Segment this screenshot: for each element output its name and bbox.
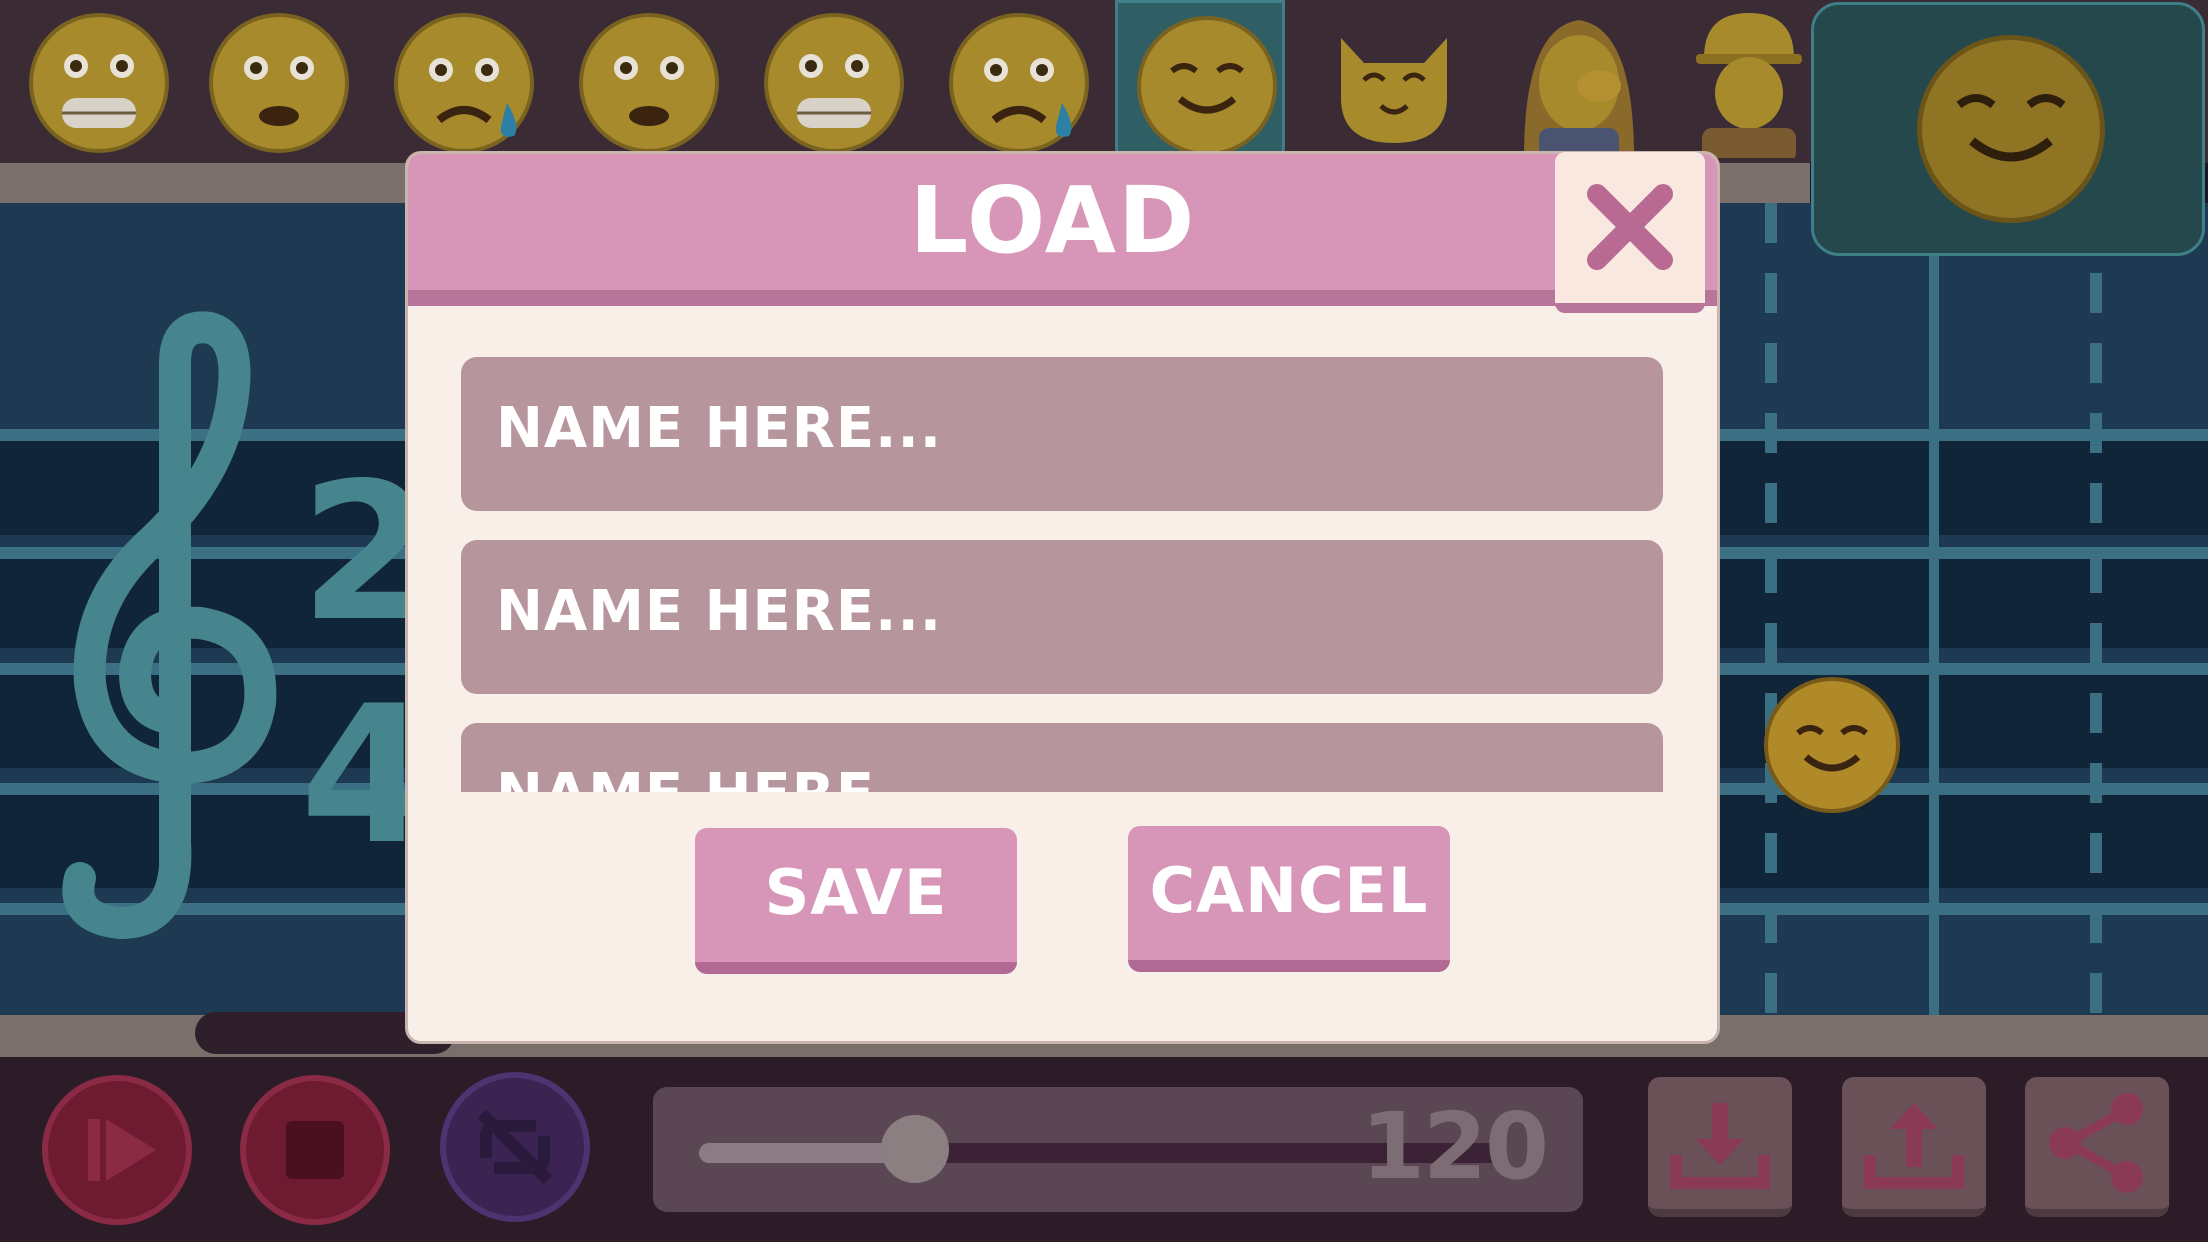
smiling-relieved-face-icon: [1917, 35, 2105, 223]
play-button[interactable]: [42, 1075, 192, 1225]
save-button[interactable]: SAVE: [695, 828, 1017, 974]
download-icon: [1670, 1103, 1770, 1189]
close-icon: [1587, 184, 1673, 270]
construction-worker-icon: [1696, 13, 1802, 158]
emoji-frowning-2[interactable]: [560, 0, 730, 163]
save-slot-list[interactable]: NAME HERE... NAME HERE... NAME HERE...: [458, 357, 1678, 792]
dialog-header: LOAD: [408, 154, 1717, 290]
sad-sweat-face-icon: [949, 13, 1089, 153]
tempo-slider[interactable]: 120: [653, 1087, 1583, 1212]
tempo-value: 120: [1360, 1093, 1549, 1200]
beat-divider: [1765, 203, 1777, 1015]
save-slot[interactable]: NAME HERE...: [461, 540, 1663, 694]
emoji-sad-sweat[interactable]: [375, 0, 545, 163]
smiling-relieved-face-icon: [1137, 16, 1277, 156]
smiling-relieved-face-icon[interactable]: [1762, 675, 1902, 815]
grimacing-face-icon: [29, 13, 169, 153]
face-palm-woman-icon: [1524, 20, 1634, 158]
sad-sweat-face-icon: [394, 13, 534, 153]
emoji-face-palm-woman[interactable]: [1490, 0, 1660, 163]
dialog-title: LOAD: [909, 167, 1197, 274]
selected-emoji-preview: [1811, 2, 2205, 256]
save-slot-name: NAME HERE...: [496, 761, 942, 792]
save-slot-name: NAME HERE...: [496, 579, 942, 644]
upload-icon: [1864, 1103, 1964, 1189]
frowning-face-icon: [579, 13, 719, 153]
emoji-sad-sweat-2[interactable]: [930, 0, 1100, 163]
dialog-header-edge: [408, 290, 1717, 306]
load-dialog: LOAD NAME HERE... NAME HERE... NAME HERE…: [405, 151, 1720, 1044]
grimacing-face-icon: [764, 13, 904, 153]
loop-toggle-button[interactable]: [440, 1072, 590, 1222]
emoji-frowning[interactable]: [190, 0, 360, 163]
game-screen: 2 4 120 LOAD NAME HERE... NAME HERE... S…: [0, 0, 2208, 1242]
bar-line: [1929, 203, 1939, 1015]
share-button[interactable]: [2025, 1077, 2169, 1217]
emoji-grimacing-2[interactable]: [745, 0, 915, 163]
emoji-cat[interactable]: [1305, 0, 1475, 163]
close-button[interactable]: [1555, 152, 1705, 313]
play-icon: [88, 1119, 156, 1181]
beat-divider: [2090, 203, 2102, 1015]
save-slot[interactable]: NAME HERE...: [461, 723, 1663, 792]
treble-clef-icon: [62, 311, 277, 940]
loop-off-icon: [477, 1109, 553, 1185]
save-slot-name: NAME HERE...: [496, 396, 942, 461]
cancel-button[interactable]: CANCEL: [1128, 826, 1450, 972]
cat-face-icon: [1341, 38, 1447, 143]
stop-icon: [286, 1121, 344, 1179]
frowning-face-icon: [209, 13, 349, 153]
emoji-construction-worker[interactable]: [1660, 0, 1830, 163]
save-slot[interactable]: NAME HERE...: [461, 357, 1663, 511]
tempo-slider-handle[interactable]: [881, 1115, 949, 1183]
upload-button[interactable]: [1842, 1077, 1986, 1217]
emoji-grimacing[interactable]: [10, 0, 180, 163]
emoji-smiling-relieved-selected[interactable]: [1115, 0, 1285, 163]
download-button[interactable]: [1648, 1077, 1792, 1217]
stop-button[interactable]: [240, 1075, 390, 1225]
share-icon: [2049, 1093, 2143, 1193]
